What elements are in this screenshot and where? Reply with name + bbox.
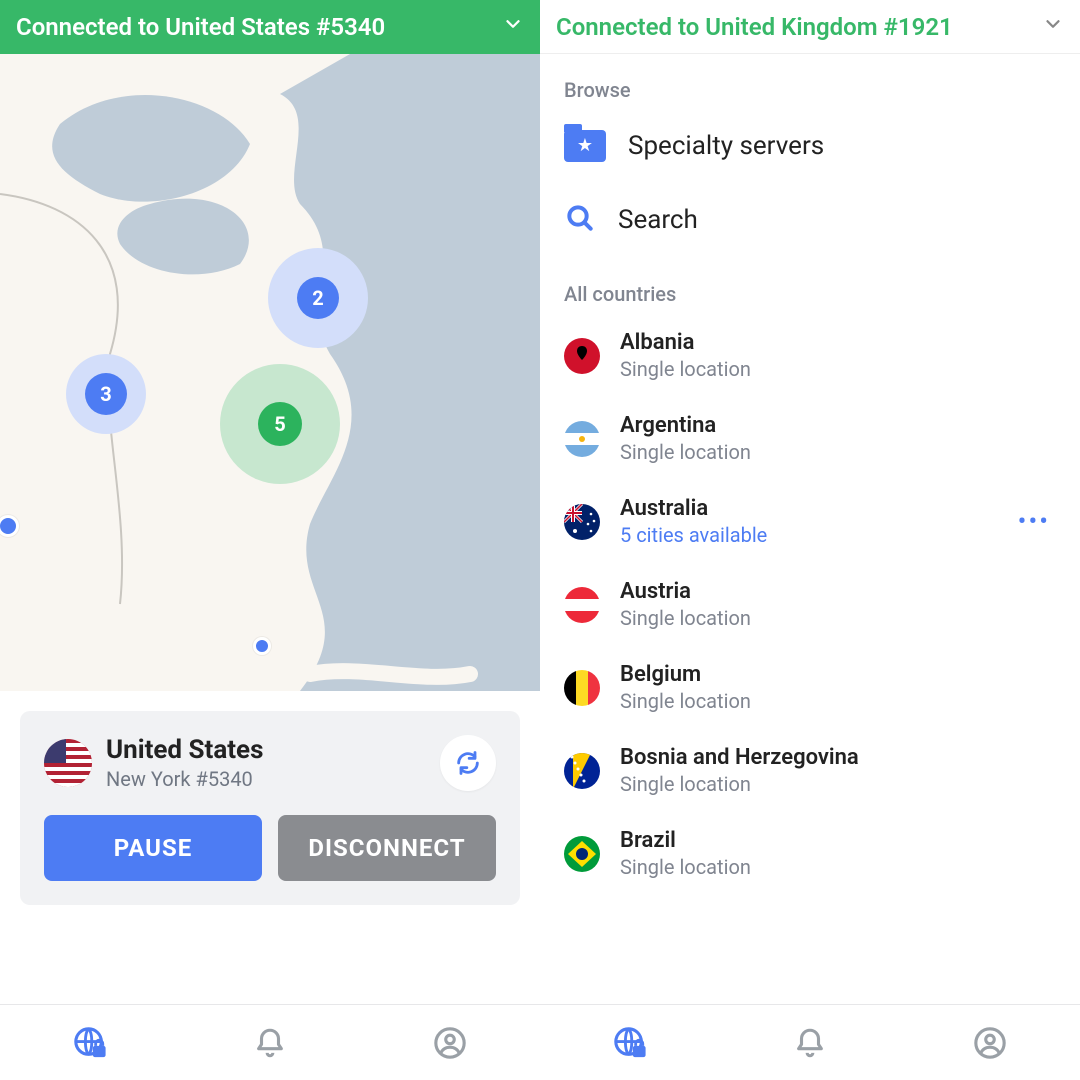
section-header-browse: Browse — [540, 54, 1080, 110]
bell-icon — [793, 1026, 827, 1060]
country-sub: Single location — [620, 440, 751, 464]
nav-tab-notifications[interactable] — [720, 1005, 900, 1080]
connection-status-bar[interactable]: Connected to United Kingdom #1921 — [540, 0, 1080, 54]
country-sub: Single location — [620, 855, 751, 879]
specialty-servers-row[interactable]: ★ Specialty servers — [540, 110, 1080, 182]
map-cluster[interactable]: 5 — [220, 364, 340, 484]
refresh-icon — [454, 749, 482, 777]
country-row[interactable]: Belgium Single location — [540, 646, 1080, 729]
country-sub: Single location — [620, 772, 859, 796]
country-list: Albania Single location Argentina Single… — [540, 314, 1080, 895]
screen-country-list: Connected to United Kingdom #1921 Browse… — [540, 0, 1080, 1080]
refresh-button[interactable] — [440, 735, 496, 791]
flag-icon — [564, 338, 600, 374]
globe-lock-icon — [73, 1026, 107, 1060]
more-options-button[interactable]: ••• — [1018, 507, 1056, 537]
nav-tab-account[interactable] — [360, 1005, 540, 1080]
account-icon — [973, 1026, 1007, 1060]
map-cluster-count: 2 — [297, 277, 339, 319]
country-name: Bosnia and Herzegovina — [620, 745, 859, 770]
country-row[interactable]: Brazil Single location — [540, 812, 1080, 895]
country-sub: Single location — [620, 606, 751, 630]
map-panel[interactable]: 2 3 5 — [0, 54, 540, 691]
us-flag-icon — [44, 739, 92, 787]
nav-tab-vpn[interactable] — [0, 1005, 180, 1080]
bell-icon — [253, 1026, 287, 1060]
country-sub: 5 cities available — [620, 523, 767, 547]
section-header-countries: All countries — [540, 258, 1080, 314]
country-sub: Single location — [620, 357, 751, 381]
map-cluster[interactable]: 3 — [66, 354, 146, 434]
connection-card-area: United States New York #5340 PAUSE DISCO… — [0, 691, 540, 905]
country-sub: Single location — [620, 689, 751, 713]
bottom-nav — [0, 1004, 540, 1080]
connection-card: United States New York #5340 PAUSE DISCO… — [20, 711, 520, 905]
country-name: Albania — [620, 330, 751, 355]
pause-button[interactable]: PAUSE — [44, 815, 262, 881]
flag-icon — [564, 504, 600, 540]
country-row[interactable]: Australia 5 cities available ••• — [540, 480, 1080, 563]
flag-icon — [564, 670, 600, 706]
country-name: Austria — [620, 579, 751, 604]
country-name: Argentina — [620, 413, 751, 438]
nav-tab-account[interactable] — [900, 1005, 1080, 1080]
country-name: Belgium — [620, 662, 751, 687]
flag-icon — [564, 753, 600, 789]
screen-map: Connected to United States #5340 — [0, 0, 540, 1080]
country-row[interactable]: Bosnia and Herzegovina Single location — [540, 729, 1080, 812]
search-icon — [564, 202, 596, 238]
country-row[interactable]: Albania Single location — [540, 314, 1080, 397]
flag-icon — [564, 836, 600, 872]
search-label: Search — [618, 205, 698, 235]
disconnect-button[interactable]: DISCONNECT — [278, 815, 496, 881]
country-row[interactable]: Austria Single location — [540, 563, 1080, 646]
specialty-servers-label: Specialty servers — [628, 131, 824, 161]
country-row[interactable]: Argentina Single location — [540, 397, 1080, 480]
connection-status-text: Connected to United States #5340 — [16, 13, 385, 41]
bottom-nav — [540, 1004, 1080, 1080]
country-name: Brazil — [620, 828, 751, 853]
map-cluster[interactable]: 2 — [268, 248, 368, 348]
connection-status-text: Connected to United Kingdom #1921 — [556, 13, 953, 41]
globe-lock-icon — [613, 1026, 647, 1060]
map-cluster-count: 3 — [85, 373, 127, 415]
chevron-down-icon — [502, 13, 524, 41]
connection-status-bar[interactable]: Connected to United States #5340 — [0, 0, 540, 54]
map-server-dot[interactable] — [253, 637, 271, 655]
connected-country: United States — [106, 735, 426, 765]
folder-star-icon: ★ — [564, 130, 606, 162]
nav-tab-notifications[interactable] — [180, 1005, 360, 1080]
connected-location: New York #5340 — [106, 767, 426, 791]
flag-icon — [564, 587, 600, 623]
search-row[interactable]: Search — [540, 182, 1080, 258]
country-name: Australia — [620, 496, 767, 521]
chevron-down-icon — [1042, 13, 1064, 41]
map-cluster-count: 5 — [258, 402, 302, 446]
nav-tab-vpn[interactable] — [540, 1005, 720, 1080]
flag-icon — [564, 421, 600, 457]
account-icon — [433, 1026, 467, 1060]
